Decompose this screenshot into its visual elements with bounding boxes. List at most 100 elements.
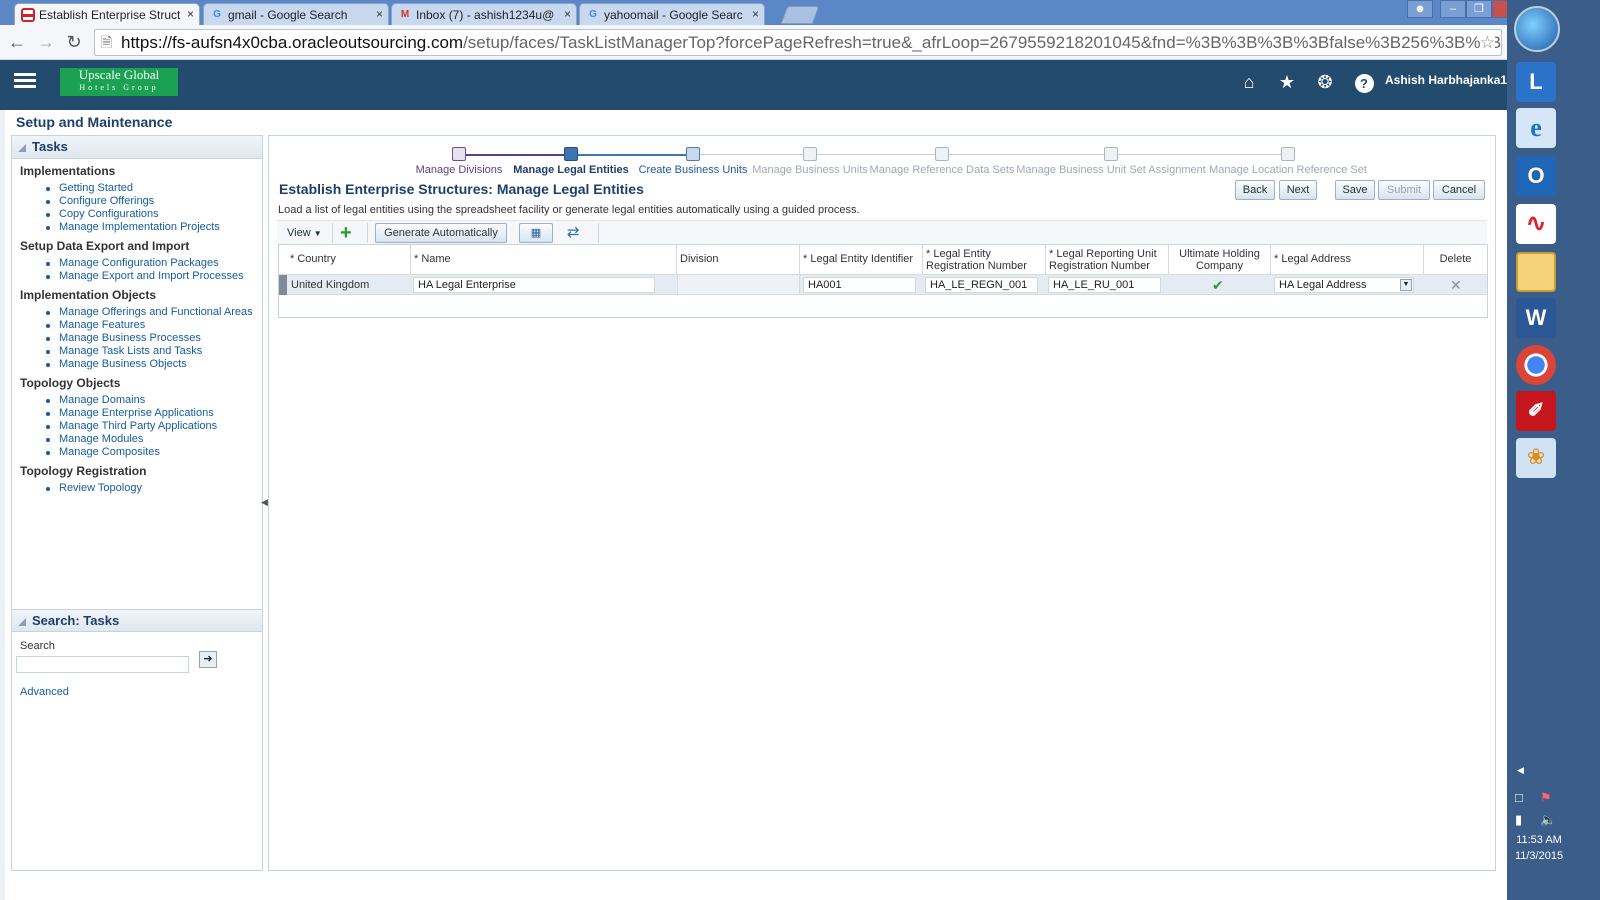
task-link[interactable]: Manage Modules (46, 433, 262, 446)
reload-icon[interactable]: ↻ (63, 31, 85, 53)
home-icon[interactable]: ⌂ (1237, 70, 1261, 94)
word-icon[interactable]: W (1516, 298, 1556, 338)
task-link[interactable]: Manage Implementation Projects (46, 221, 262, 234)
ru-registration-number-field[interactable]: HA_LE_RU_001 (1048, 277, 1161, 293)
task-link[interactable]: Manage Domains (46, 394, 262, 407)
network-icon[interactable]: □ (1515, 790, 1523, 805)
logo-line2: Hotels Group (79, 83, 159, 92)
save-button[interactable]: Save (1335, 180, 1375, 200)
task-link[interactable]: Manage Features (46, 319, 262, 332)
lync-icon[interactable]: L (1516, 62, 1556, 102)
task-section-title: Topology Registration (20, 464, 147, 478)
address-bar[interactable]: 🗎 https://fs-aufsn4x0cba.oracleoutsourci… (94, 29, 1502, 56)
task-link[interactable]: Manage Enterprise Applications (46, 407, 262, 420)
flag-icon[interactable]: ⚑ (1540, 790, 1552, 806)
forward-arrow-icon[interactable]: → (35, 31, 57, 53)
task-link[interactable]: Copy Configurations (46, 208, 262, 221)
train-step-label[interactable]: Manage Divisions (416, 164, 503, 176)
maximize-icon[interactable]: ❐ (1466, 0, 1492, 18)
column-header-ultimate-holding[interactable]: Ultimate Holding Company (1169, 245, 1271, 274)
user-profile-icon[interactable]: ☻ (1407, 0, 1433, 18)
task-link[interactable]: Manage Business Processes (46, 332, 262, 345)
task-link[interactable]: Getting Started (46, 182, 262, 195)
task-link[interactable]: Manage Third Party Applications (46, 420, 262, 433)
name-field[interactable]: HA Legal Enterprise (413, 277, 655, 293)
column-header-identifier[interactable]: * Legal Entity Identifier (800, 245, 923, 274)
new-tab-button[interactable] (780, 6, 820, 24)
column-header-name[interactable]: * Name (411, 245, 677, 274)
train-stop[interactable] (686, 147, 700, 161)
show-hidden-icons-icon[interactable]: ◀ (1517, 765, 1524, 776)
favorites-star-icon[interactable]: ★ (1275, 70, 1299, 94)
browser-tab-yahoomail-search[interactable]: G yahoomail - Google Searc × (579, 3, 765, 25)
back-arrow-icon[interactable]: ← (6, 31, 28, 53)
panel-splitter-icon[interactable]: ◀ (261, 494, 268, 510)
task-link[interactable]: Manage Configuration Packages (46, 257, 262, 270)
task-link[interactable]: Manage Business Objects (46, 358, 262, 371)
help-icon[interactable]: ? (1352, 70, 1376, 94)
train-stop[interactable] (452, 147, 466, 161)
column-header-ru-registration-number[interactable]: * Legal Reporting Unit Registration Numb… (1046, 245, 1169, 274)
internet-explorer-icon[interactable]: e (1516, 108, 1556, 148)
column-header-registration-number[interactable]: * Legal Entity Registration Number (923, 245, 1046, 274)
close-tab-icon[interactable]: × (564, 7, 571, 21)
task-link[interactable]: Review Topology (46, 482, 262, 495)
windows-start-icon[interactable] (1514, 6, 1560, 52)
close-tab-icon[interactable]: × (752, 7, 759, 21)
cancel-button[interactable]: Cancel (1433, 180, 1485, 200)
task-link[interactable]: Manage Export and Import Processes (46, 270, 262, 283)
search-input[interactable] (16, 656, 189, 673)
refresh-icon[interactable]: ⇄ (567, 223, 580, 243)
identifier-field[interactable]: HA001 (803, 277, 916, 293)
minimize-icon[interactable]: – (1440, 0, 1466, 18)
delete-row-icon[interactable]: ✕ (1447, 275, 1467, 295)
train-stop (935, 147, 949, 161)
view-menu[interactable]: View ▼ (287, 223, 322, 243)
column-header-division[interactable]: Division (677, 245, 800, 274)
task-link[interactable]: Manage Offerings and Functional Areas (46, 306, 262, 319)
advanced-search-link[interactable]: Advanced (20, 686, 262, 698)
column-header-country[interactable]: * Country (287, 245, 411, 274)
volume-icon[interactable]: 🔈 (1540, 812, 1556, 828)
browser-tab-oracle[interactable]: ▬ Establish Enterprise Struct × (14, 3, 200, 25)
acrobat-icon[interactable]: ✐ (1516, 391, 1556, 431)
dropdown-arrow-icon[interactable]: ▼ (1400, 279, 1412, 291)
spreadsheet-icon[interactable]: ▦ (519, 223, 553, 243)
accessibility-icon[interactable]: ❂ (1313, 70, 1337, 94)
task-link[interactable]: Manage Composites (46, 446, 262, 459)
back-button[interactable]: Back (1235, 180, 1275, 200)
bookmark-star-icon[interactable]: ☆ (1479, 30, 1495, 55)
search-tasks-panel: Search: Tasks Search ➜ Advanced (12, 609, 262, 698)
table-row[interactable]: United Kingdom HA Legal Enterprise HA001… (279, 274, 1487, 295)
taskbar-clock[interactable]: 11:53 AM 11/3/2015 (1513, 832, 1565, 864)
row-selector[interactable] (279, 275, 287, 295)
browser-tab-inbox[interactable]: M Inbox (7) - ashish1234u@ × (391, 3, 577, 25)
column-header-legal-address[interactable]: * Legal Address (1271, 245, 1424, 274)
add-row-icon[interactable]: + (340, 223, 352, 243)
legal-address-field[interactable]: HA Legal Address ▼ (1274, 277, 1414, 293)
airtel-icon[interactable]: ∿ (1516, 204, 1556, 244)
outlook-icon[interactable]: O (1516, 156, 1556, 196)
train-stop[interactable] (564, 147, 578, 161)
search-panel-header[interactable]: Search: Tasks (12, 609, 262, 632)
train-step-label[interactable]: Create Business Units (639, 164, 748, 176)
task-link[interactable]: Configure Offerings (46, 195, 262, 208)
submit-button[interactable]: Submit (1378, 180, 1430, 200)
next-button[interactable]: Next (1279, 180, 1317, 200)
registration-number-field[interactable]: HA_LE_REGN_001 (925, 277, 1038, 293)
task-link[interactable]: Manage Task Lists and Tasks (46, 345, 262, 358)
user-menu[interactable]: Ashish Harbhajanka1 (1385, 73, 1520, 87)
file-explorer-icon[interactable] (1516, 252, 1556, 292)
search-go-icon[interactable]: ➜ (199, 651, 217, 668)
power-icon[interactable]: ▮ (1515, 812, 1522, 828)
generate-automatically-button[interactable]: Generate Automatically (375, 223, 507, 243)
train-step-label[interactable]: Manage Legal Entities (513, 164, 629, 176)
close-tab-icon[interactable]: × (187, 7, 194, 21)
tasks-panel-header[interactable]: Tasks (12, 136, 262, 159)
paint-icon[interactable]: ❀ (1516, 438, 1556, 478)
checkmark-icon[interactable]: ✔ (1209, 275, 1229, 295)
close-tab-icon[interactable]: × (376, 7, 383, 21)
chrome-icon[interactable] (1516, 345, 1556, 385)
hamburger-menu-icon[interactable] (14, 71, 36, 91)
browser-tab-gmail-search[interactable]: G gmail - Google Search × (203, 3, 389, 25)
